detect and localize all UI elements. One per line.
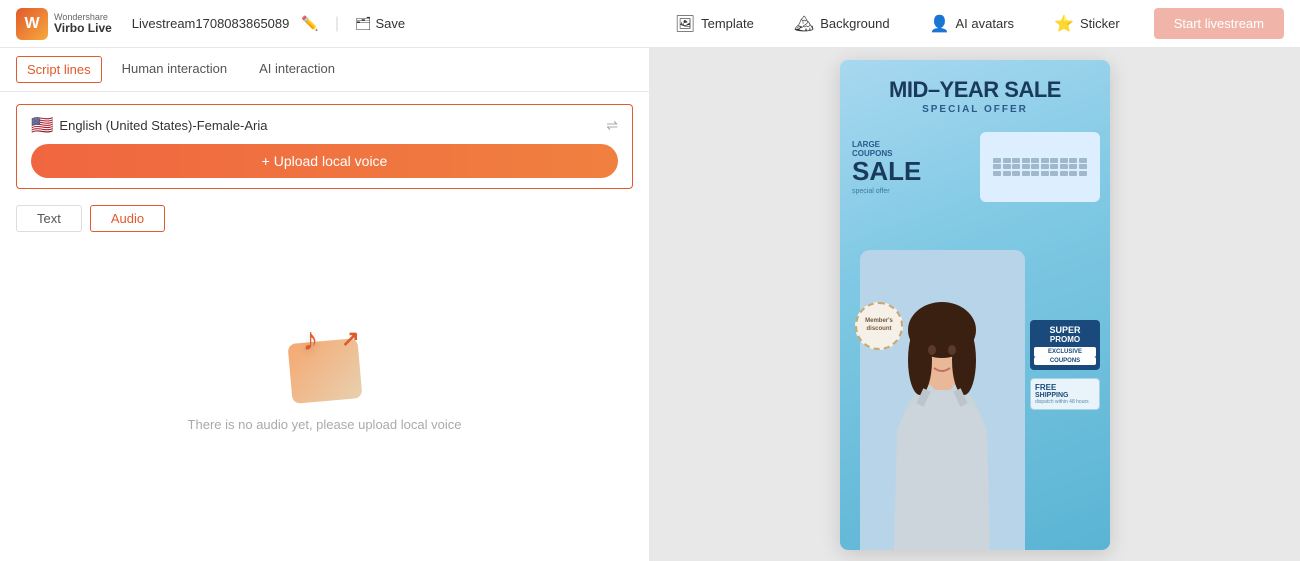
poster-sale-word: SALE	[852, 158, 921, 184]
poster-shipping-text: SHIPPING	[1035, 392, 1095, 399]
main-tabs-row: Script lines Human interaction AI intera…	[0, 48, 649, 92]
save-button[interactable]: 🗂 Save	[355, 16, 405, 32]
empty-state-message: There is no audio yet, please upload loc…	[188, 417, 462, 432]
sticker-icon: ⭐	[1054, 14, 1074, 34]
voice-settings-box: 🇺🇸 English (United States)-Female-Aria ⇌…	[16, 104, 633, 189]
voice-lang-row: 🇺🇸 English (United States)-Female-Aria ⇌	[31, 115, 618, 136]
save-label: Save	[375, 16, 405, 31]
voice-language-display: 🇺🇸 English (United States)-Female-Aria	[31, 115, 268, 136]
save-icon: 🗂	[355, 16, 372, 32]
sale-poster-preview: MID–YEAR SALE SPECIAL OFFER LARGE C	[840, 60, 1110, 550]
flag-icon: 🇺🇸	[31, 115, 53, 136]
poster-exclusive-text: EXCLUSIVE	[1034, 347, 1096, 357]
template-label: Template	[701, 16, 754, 31]
poster-free-text: FREE	[1035, 383, 1095, 392]
poster-model-image	[860, 250, 1025, 550]
brand-name-2: Virbo Live	[54, 22, 112, 34]
main-area: Script lines Human interaction AI intera…	[0, 48, 1300, 561]
poster-member-discount-badge: Member's discount	[855, 302, 903, 350]
project-name: Livestream1708083865089	[132, 16, 290, 31]
app-logo-text: Wondershare Virbo Live	[54, 13, 112, 34]
poster-keyboard-image	[980, 132, 1100, 202]
poster-free-shipping-badge: FREE SHIPPING dispatch within 48 hours	[1030, 378, 1100, 410]
background-label: Background	[820, 16, 889, 31]
poster-super-promo-badge: SUPER PROMO EXCLUSIVE COUPONS	[1030, 320, 1100, 370]
poster-main-title: MID–YEAR SALE	[854, 78, 1096, 102]
poster-special-offer-text: special offer	[852, 188, 921, 195]
top-navigation: W Wondershare Virbo Live Livestream17080…	[0, 0, 1300, 48]
poster-super-text: SUPER	[1034, 325, 1096, 335]
sub-tab-audio[interactable]: Audio	[90, 205, 165, 232]
voice-settings-icon[interactable]: ⇌	[606, 117, 618, 134]
sticker-button[interactable]: ⭐ Sticker	[1040, 8, 1134, 40]
background-button[interactable]: 🏔 Background	[780, 8, 904, 40]
template-button[interactable]: 🖼 Template	[661, 8, 768, 40]
background-icon: 🏔	[794, 14, 814, 34]
music-icon-container: ♪ ↗	[285, 321, 365, 401]
poster-member-text: Member's discount	[857, 318, 901, 332]
upload-local-voice-button[interactable]: + Upload local voice	[31, 144, 618, 178]
nav-divider: |	[335, 15, 339, 33]
music-note-icon: ♪	[303, 321, 319, 358]
keyboard-visual	[987, 152, 1093, 182]
ai-avatars-button[interactable]: 👤 AI avatars	[916, 8, 1028, 40]
upload-arrow-icon: ↗	[341, 326, 359, 352]
poster-promo-text: PROMO	[1034, 335, 1096, 344]
start-livestream-button[interactable]: Start livestream	[1154, 8, 1284, 39]
tab-human-interaction[interactable]: Human interaction	[106, 49, 244, 90]
tab-script-lines[interactable]: Script lines	[16, 56, 102, 83]
empty-state-area: ♪ ↗ There is no audio yet, please upload…	[0, 232, 649, 561]
edit-project-name-icon[interactable]: ✏️	[301, 15, 318, 32]
poster-subtitle: SPECIAL OFFER	[854, 104, 1096, 115]
poster-sale-box: LARGE COUPONS SALE special offer	[852, 140, 921, 195]
sub-tabs-row: Text Audio	[0, 197, 649, 232]
sub-tab-text[interactable]: Text	[16, 205, 82, 232]
right-panel-preview: MID–YEAR SALE SPECIAL OFFER LARGE C	[650, 48, 1300, 561]
app-logo-icon: W	[16, 8, 48, 40]
voice-language-label: English (United States)-Female-Aria	[59, 118, 267, 133]
poster-large-coupons-text: LARGE COUPONS	[852, 140, 921, 158]
tab-ai-interaction[interactable]: AI interaction	[243, 49, 351, 90]
left-panel: Script lines Human interaction AI intera…	[0, 48, 650, 561]
ai-avatars-label: AI avatars	[956, 16, 1015, 31]
template-icon: 🖼	[675, 14, 695, 34]
poster-header: MID–YEAR SALE SPECIAL OFFER	[840, 60, 1110, 125]
logo-area: W Wondershare Virbo Live	[16, 8, 112, 40]
ai-avatars-icon: 👤	[930, 14, 950, 34]
sticker-label: Sticker	[1080, 16, 1120, 31]
poster-coupons-badge-text: COUPONS	[1034, 357, 1096, 365]
poster-ship-desc-text: dispatch within 48 hours	[1035, 399, 1095, 405]
